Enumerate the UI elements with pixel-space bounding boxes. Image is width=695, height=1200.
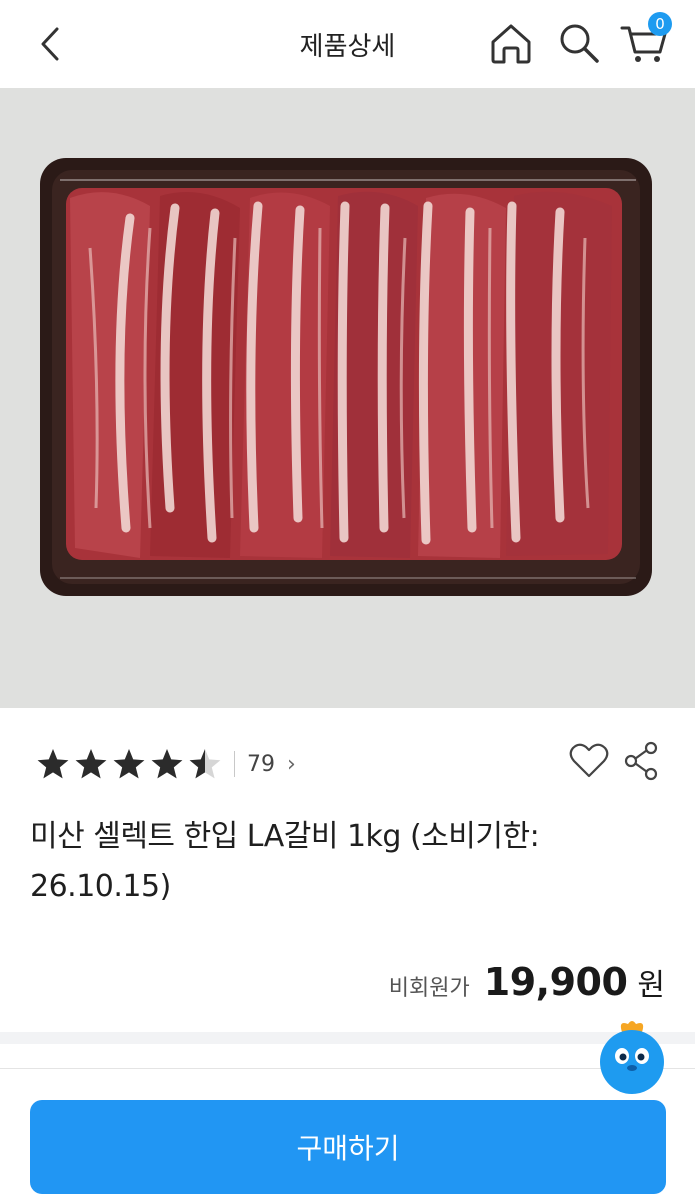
heart-icon bbox=[569, 743, 609, 778]
star-rating bbox=[36, 747, 222, 781]
star-icon bbox=[189, 749, 221, 779]
buy-button[interactable]: 구매하기 bbox=[30, 1100, 666, 1194]
home-button[interactable] bbox=[488, 20, 534, 66]
share-button[interactable] bbox=[622, 740, 662, 782]
top-app-bar: 제품상세 0 bbox=[0, 0, 695, 88]
product-image[interactable] bbox=[0, 88, 695, 708]
price-value: 19,900 bbox=[483, 960, 628, 1004]
star-icon bbox=[151, 749, 183, 779]
review-count: 79 bbox=[247, 751, 275, 777]
star-icon bbox=[75, 749, 107, 779]
like-button[interactable] bbox=[568, 740, 610, 782]
price-unit: 원 bbox=[637, 968, 665, 1003]
mascot-icon bbox=[600, 1021, 664, 1094]
rating-row[interactable]: 79 › bbox=[36, 744, 296, 784]
divider bbox=[0, 1068, 695, 1069]
share-icon bbox=[624, 741, 658, 781]
chatbot-mascot-button[interactable] bbox=[596, 1018, 668, 1096]
product-photo bbox=[0, 88, 695, 708]
section-divider bbox=[0, 1032, 695, 1044]
price-label: 비회원가 bbox=[388, 976, 470, 1001]
search-button[interactable] bbox=[556, 20, 602, 66]
search-icon bbox=[560, 24, 599, 63]
price-row: 비회원가 19,900 원 bbox=[389, 960, 665, 1004]
chevron-right-icon: › bbox=[287, 751, 296, 777]
home-icon bbox=[491, 24, 531, 64]
cart-count-badge: 0 bbox=[648, 12, 672, 36]
product-title: 미산 셀렉트 한입 LA갈비 1kg (소비기한: 26.10.15) bbox=[30, 819, 540, 904]
star-icon bbox=[37, 749, 69, 779]
divider bbox=[234, 751, 235, 777]
star-icon bbox=[113, 749, 145, 779]
